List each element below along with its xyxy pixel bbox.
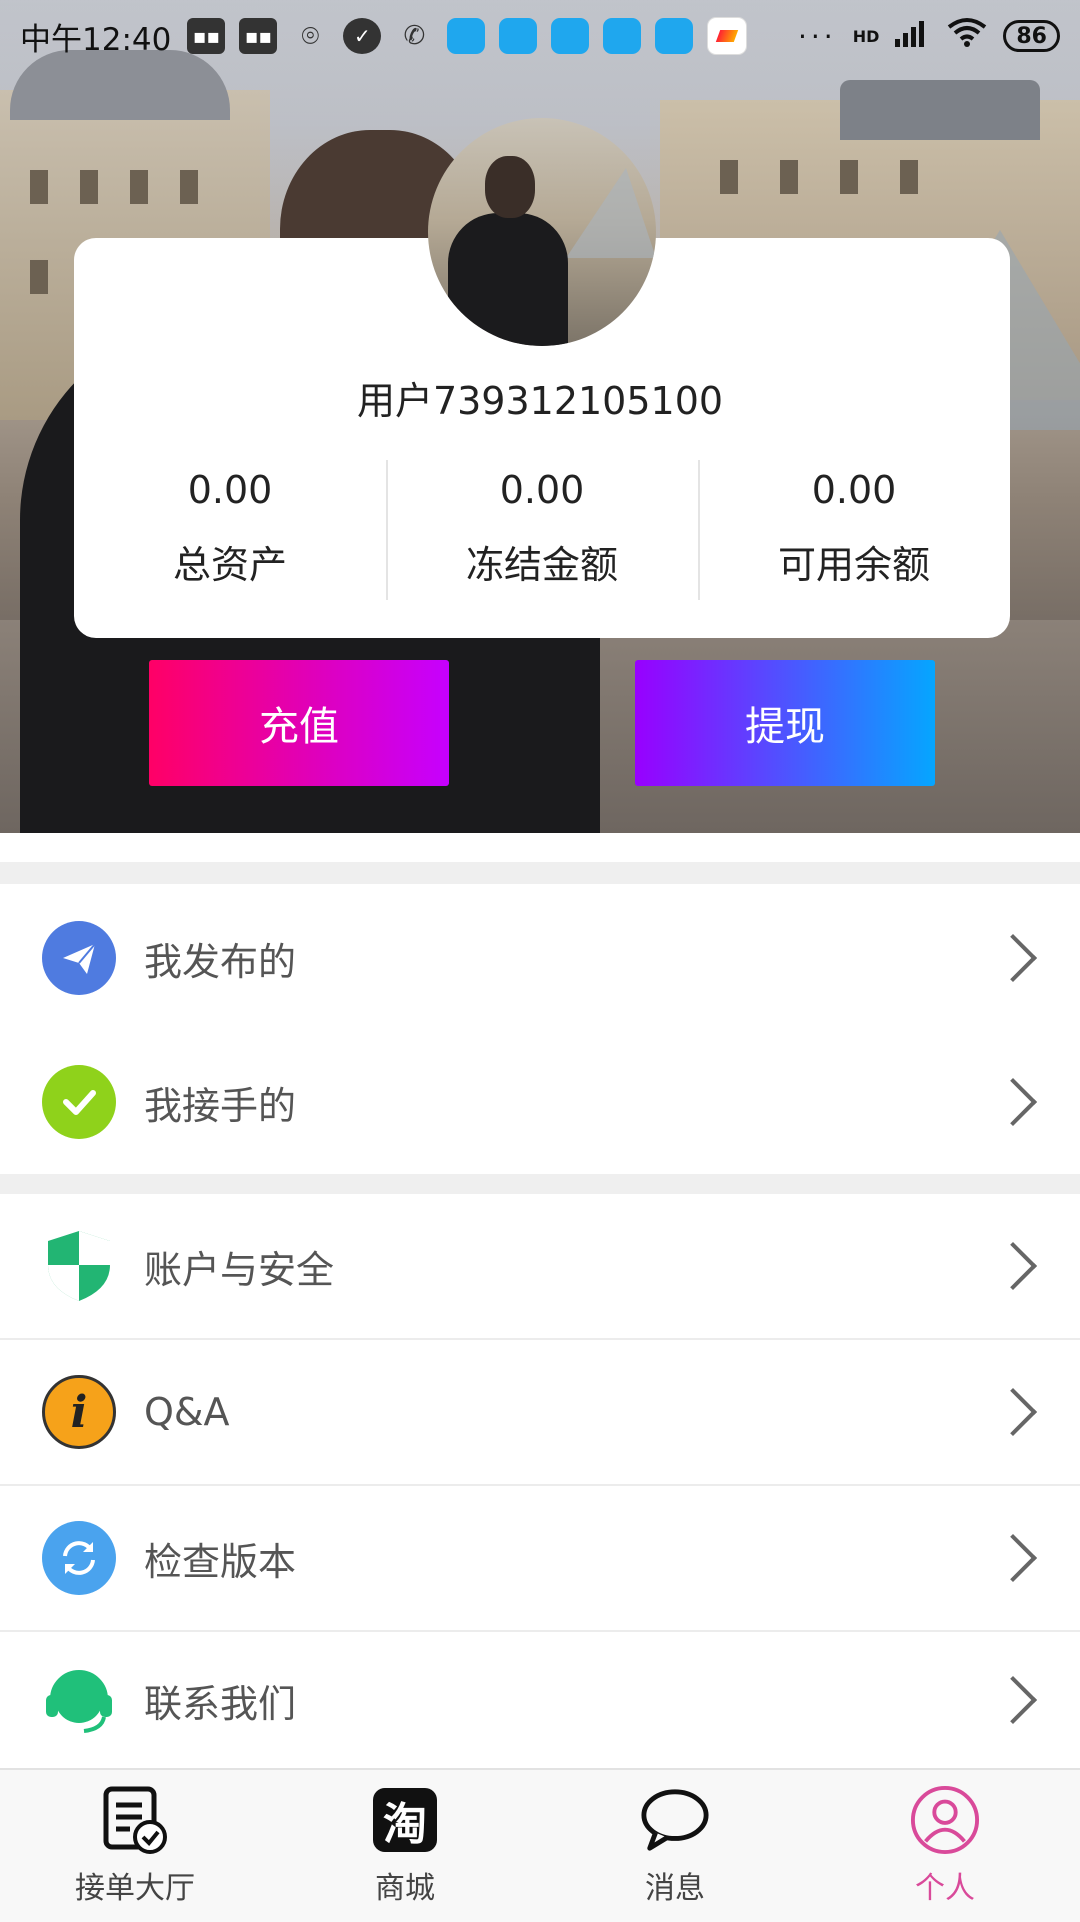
stat-value: 0.00 [187,468,273,512]
taobao-glyph: 淘 [373,1788,437,1852]
more-icon: ··· [798,19,837,53]
nav-label: 个人 [915,1871,975,1906]
app-notification-icon [707,17,748,55]
menu-label: 联系我们 [144,1681,297,1726]
app-notification-icon [447,18,486,54]
check-circle-icon [42,1065,116,1139]
withdraw-button[interactable]: 提现 [635,660,935,786]
stat-label: 总资产 [172,543,287,587]
app-notification-icon [551,18,590,54]
menu-label: 我接手的 [144,1083,297,1128]
stat-label: 冻结金额 [465,543,618,587]
signal-hd-label: HD [852,26,880,46]
section-divider [0,1174,1080,1194]
order-list-icon [100,1785,170,1855]
menu-item-account-security[interactable]: 账户与安全 [0,1194,1080,1338]
menu-item-contact-us[interactable]: 联系我们 [0,1632,1080,1768]
nav-mall[interactable]: 淘 商城 [270,1770,540,1922]
paper-plane-icon [42,921,116,995]
chevron-right-icon [988,1675,1038,1725]
user-icon [910,1785,980,1855]
stat-label: 可用余额 [777,543,930,587]
menu-item-my-published[interactable]: 我发布的 [0,886,1080,1030]
section-divider [0,862,1080,884]
app-notification-icon [603,18,642,54]
signal-icon [895,17,931,55]
status-time: 中午12:40 [20,21,172,58]
status-bar: 中午12:40 ▪▪ ▪▪ ⌾ ✓ ✆ ··· HD 86 [0,0,1080,72]
menu-item-qa[interactable]: i Q&A [0,1340,1080,1484]
stat-total-assets: 0.00 总资产 [74,458,386,603]
check-icon: ✓ [343,18,382,54]
username: 用户739312105100 [356,379,724,423]
chevron-right-icon [988,1077,1038,1127]
chat-bubble-icon [640,1785,710,1855]
recharge-button[interactable]: 充值 [149,660,449,786]
taobao-icon: 淘 [370,1785,440,1855]
battery-indicator: 86 [1003,20,1060,52]
nav-label: 消息 [645,1871,705,1906]
menu-label: 检查版本 [144,1539,297,1584]
nav-label: 商城 [375,1871,435,1906]
stat-value: 0.00 [499,468,585,512]
nav-messages[interactable]: 消息 [540,1770,810,1922]
chevron-right-icon [988,1533,1038,1583]
chevron-right-icon [988,1387,1038,1437]
chevron-right-icon [988,1241,1038,1291]
stat-frozen-amount: 0.00 冻结金额 [386,458,698,603]
stat-available-balance: 0.00 可用余额 [698,458,1010,603]
app-notification-icon [655,18,694,54]
message-icon: ▪▪ [239,18,278,54]
headset-icon [42,1663,116,1737]
asset-stats: 0.00 总资产 0.00 冻结金额 0.00 可用余额 [74,458,1010,603]
missed-call-icon: ✆ [403,21,426,51]
bottom-navigation: 接单大厅 淘 商城 消息 个人 [0,1768,1080,1922]
message-icon: ▪▪ [187,18,226,54]
menu-label: 账户与安全 [144,1247,335,1292]
nav-label: 接单大厅 [75,1871,195,1906]
info-icon: i [42,1375,116,1449]
wifi-icon [947,17,987,55]
nav-order-hall[interactable]: 接单大厅 [0,1770,270,1922]
stat-value: 0.00 [811,468,897,512]
location-icon: ⌾ [301,18,320,54]
shield-icon [42,1229,116,1303]
refresh-icon [42,1521,116,1595]
menu-item-my-accepted[interactable]: 我接手的 [0,1030,1080,1174]
nav-profile[interactable]: 个人 [810,1770,1080,1922]
menu-label: 我发布的 [144,939,297,984]
menu-item-check-version[interactable]: 检查版本 [0,1486,1080,1630]
menu-label: Q&A [144,1390,230,1434]
app-notification-icon [499,18,538,54]
avatar[interactable] [428,118,656,346]
chevron-right-icon [988,933,1038,983]
